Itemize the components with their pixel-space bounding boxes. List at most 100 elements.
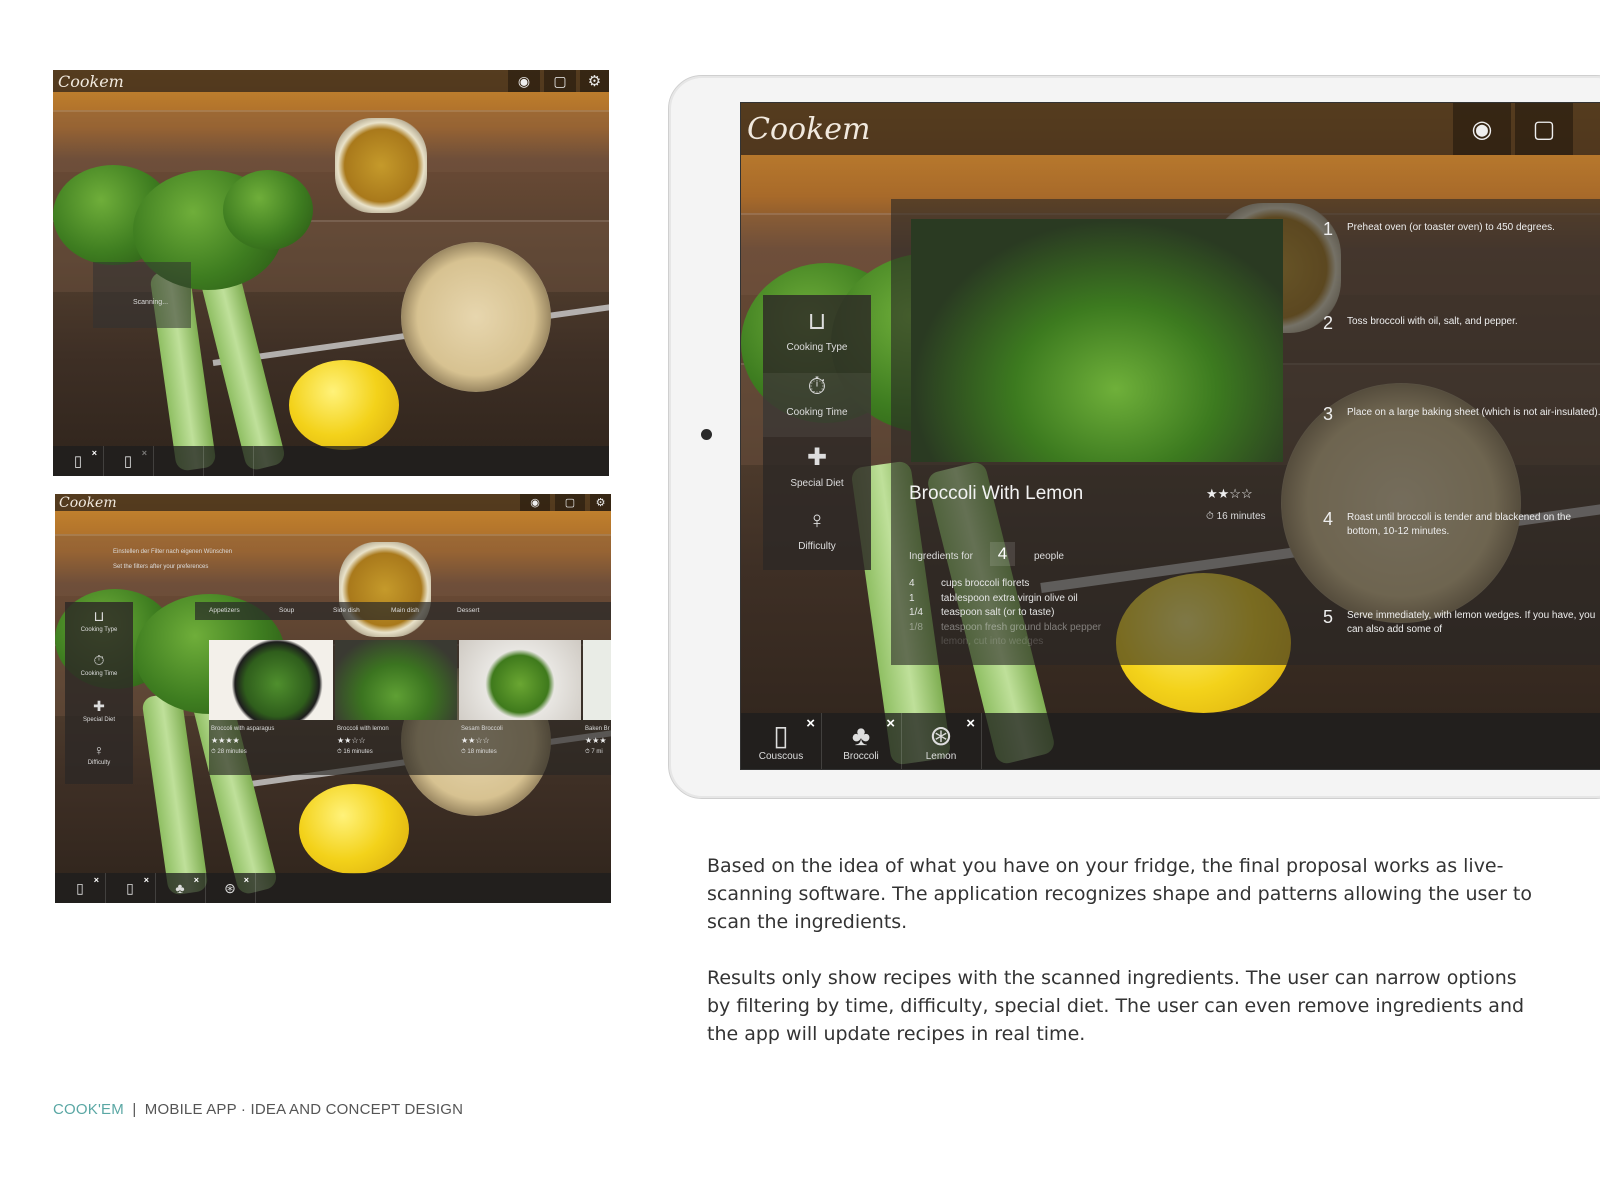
book-icon[interactable]: ▢ xyxy=(555,494,585,511)
mustard-jar xyxy=(339,542,431,637)
recipe-card[interactable]: Baken Br ★★★ ⏱ 7 mi xyxy=(583,640,611,775)
tab-appetizers[interactable]: Appetizers xyxy=(209,607,240,614)
remove-icon[interactable]: × xyxy=(144,875,149,885)
filter-label: Difficulty xyxy=(87,760,111,766)
app-logo: Cookem xyxy=(59,494,117,511)
recipe-name: Broccoli with asparagus xyxy=(211,726,275,732)
tablet-camera xyxy=(701,429,712,440)
filter-cooking-time[interactable]: ⏱ Cooking Time xyxy=(65,652,133,677)
servings-input[interactable]: 4 xyxy=(989,542,1016,566)
filter-label: Cooking Time xyxy=(80,671,118,677)
app-logo: Cookem xyxy=(747,111,871,147)
book-icon[interactable]: ▢ xyxy=(1515,103,1573,155)
tab-soup[interactable]: Soup xyxy=(279,607,294,614)
filter-label: Special Diet xyxy=(82,717,115,723)
book-icon[interactable]: ▢ xyxy=(544,70,576,92)
recipe-stars: ★★☆☆ xyxy=(1206,486,1253,501)
step-text: Toss broccoli with oil, salt, and pepper… xyxy=(1347,316,1518,327)
ingredients-for-label: Ingredients for xyxy=(909,551,973,562)
filter-label: Cooking Type xyxy=(80,627,118,633)
filter-special-diet[interactable]: ✚ Special Diet xyxy=(763,443,871,489)
footer: COOK'EM | MOBILE APP · IDEA AND CONCEPT … xyxy=(53,1101,463,1118)
ingredient-bar: ▯ × ▯ × xyxy=(53,446,609,476)
recipe-card[interactable]: Sesam Broccoli ★★☆☆ ⏱ 18 minutes xyxy=(459,640,581,775)
recipe-title: Broccoli With Lemon xyxy=(909,483,1084,504)
remove-icon[interactable]: × xyxy=(142,448,147,458)
ingredient-slot[interactable]: ⊛ × xyxy=(205,873,256,903)
jar-icon: ▯ xyxy=(76,879,84,896)
timer-icon: ⏱ xyxy=(93,652,105,668)
remove-icon[interactable]: × xyxy=(966,715,975,732)
filter-difficulty[interactable]: ♀ Difficulty xyxy=(763,507,871,552)
step-number: 3 xyxy=(1323,404,1334,424)
filter-cooking-type[interactable]: ⊔ Cooking Type xyxy=(763,307,871,353)
screenshot-scanning: Cookem ◉ ▢ ⚙ Scanning... ▯ × ▯ × xyxy=(53,70,609,476)
recipe-name: Broccoli with lemon xyxy=(337,726,389,732)
filter-cooking-time[interactable]: ⏱ Cooking Time xyxy=(763,373,871,437)
ingredient-row: 1/4 teaspoon salt (or to taste) xyxy=(909,606,1101,621)
ingredient-slot[interactable] xyxy=(203,446,254,476)
category-tabs: Appetizers Soup Side dish Main dish Dess… xyxy=(195,602,611,620)
lemon xyxy=(289,360,399,450)
ingredient-slot-lemon[interactable]: ⊛ Lemon × xyxy=(901,713,982,769)
ingredient-item: teaspoon fresh ground black pepper xyxy=(941,621,1102,633)
remove-icon[interactable]: × xyxy=(94,875,99,885)
hint-line-en: Set the filters after your preferences xyxy=(113,564,209,570)
filter-special-diet[interactable]: ✚ Special Diet xyxy=(65,698,133,723)
ingredient-slot-couscous[interactable]: ▯ Couscous × xyxy=(741,713,822,769)
ingredient-qty: 1 xyxy=(909,592,915,604)
recipe-card[interactable]: Broccoli with asparagus ★★★★ ⏱ 28 minute… xyxy=(209,640,333,775)
footer-separator: | xyxy=(132,1101,137,1118)
gear-icon[interactable]: ⚙ xyxy=(580,70,609,92)
filter-label: Special Diet xyxy=(790,478,844,489)
pot-icon: ⊔ xyxy=(93,608,105,624)
chef-icon: ♀ xyxy=(808,507,826,534)
filter-difficulty[interactable]: ♀ Difficulty xyxy=(65,742,133,766)
wood-plank xyxy=(53,110,609,172)
jar-icon: ▯ xyxy=(126,879,134,896)
ingredient-label: Lemon xyxy=(925,750,957,762)
recipe-time-value: 18 minutes xyxy=(467,749,497,755)
recipe-name: Baken Br xyxy=(585,726,610,732)
ingredient-slot[interactable]: ▯ × xyxy=(55,873,106,903)
scan-icon[interactable]: ◉ xyxy=(508,70,540,92)
scan-icon[interactable]: ◉ xyxy=(1453,103,1511,155)
gear-icon[interactable]: ⚙ xyxy=(590,494,611,511)
step-text: Preheat oven (or toaster oven) to 450 de… xyxy=(1347,222,1555,233)
ingredient-slot[interactable] xyxy=(153,446,204,476)
plus-icon: ✚ xyxy=(93,698,105,714)
mustard-jar xyxy=(335,118,427,213)
ingredient-slot[interactable]: ▯ × xyxy=(105,873,156,903)
tab-dessert[interactable]: Dessert xyxy=(457,607,479,614)
ingredient-item: teaspoon salt (or to taste) xyxy=(941,607,1055,618)
ingredient-slot[interactable]: ♣ × xyxy=(155,873,206,903)
filter-cooking-type[interactable]: ⊔ Cooking Type xyxy=(65,608,133,633)
ingredient-slot[interactable]: ▯ × xyxy=(53,446,104,476)
ingredient-qty: 1/4 xyxy=(909,607,923,618)
recipe-time-value: 16 minutes xyxy=(1216,511,1266,522)
recipe-strip: Broccoli with asparagus ★★★★ ⏱ 28 minute… xyxy=(209,640,611,775)
tab-side-dish[interactable]: Side dish xyxy=(333,607,360,614)
scan-icon[interactable]: ◉ xyxy=(520,494,550,511)
remove-icon[interactable]: × xyxy=(194,875,199,885)
remove-icon[interactable]: × xyxy=(92,448,97,458)
step-text: Roast until broccoli is tender and black… xyxy=(1347,512,1572,537)
hint-line-de: Einstellen der Filter nach eigenen Wünsc… xyxy=(113,549,233,555)
remove-icon[interactable]: × xyxy=(806,715,815,732)
recipe-card[interactable]: Broccoli with lemon ★★☆☆ ⏱ 16 minutes xyxy=(335,640,457,775)
servings-row: Ingredients for 4 people xyxy=(909,542,1064,566)
remove-icon[interactable]: × xyxy=(244,875,249,885)
plus-icon: ✚ xyxy=(806,444,828,471)
ingredient-qty: 1/8 xyxy=(909,621,923,633)
description-paragraph-2: Results only show recipes with the scann… xyxy=(707,967,1525,1045)
ingredient-bar: ▯ Couscous × ♣ Broccoli × ⊛ Lemon × xyxy=(741,713,1600,769)
ingredient-slot-broccoli[interactable]: ♣ Broccoli × xyxy=(821,713,902,769)
remove-icon[interactable]: × xyxy=(886,715,895,732)
filter-panel: ⊔ Cooking Type ⏱ Cooking Time ✚ Special … xyxy=(65,602,133,784)
broccoli-icon: ♣ xyxy=(175,880,185,896)
ingredient-slot[interactable]: ▯ × xyxy=(103,446,154,476)
ingredient-row: 4 cups broccoli florets xyxy=(909,577,1101,592)
tab-main-dish[interactable]: Main dish xyxy=(391,607,419,614)
filter-label: Cooking Type xyxy=(786,342,848,353)
filter-panel: ⊔ Cooking Type ⏱ Cooking Time ✚ Special … xyxy=(763,295,871,570)
